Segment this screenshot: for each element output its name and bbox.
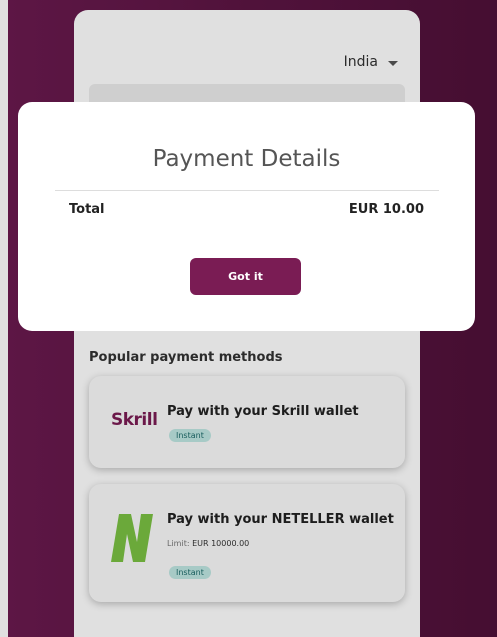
divider — [55, 190, 439, 191]
modal-title: Payment Details — [152, 146, 341, 172]
total-label: Total — [69, 202, 105, 217]
total-value: EUR 10.00 — [348, 202, 424, 217]
got-it-button[interactable]: Got it — [190, 258, 301, 295]
payment-details-modal: Payment Details Total EUR 10.00 Got it — [18, 102, 475, 331]
